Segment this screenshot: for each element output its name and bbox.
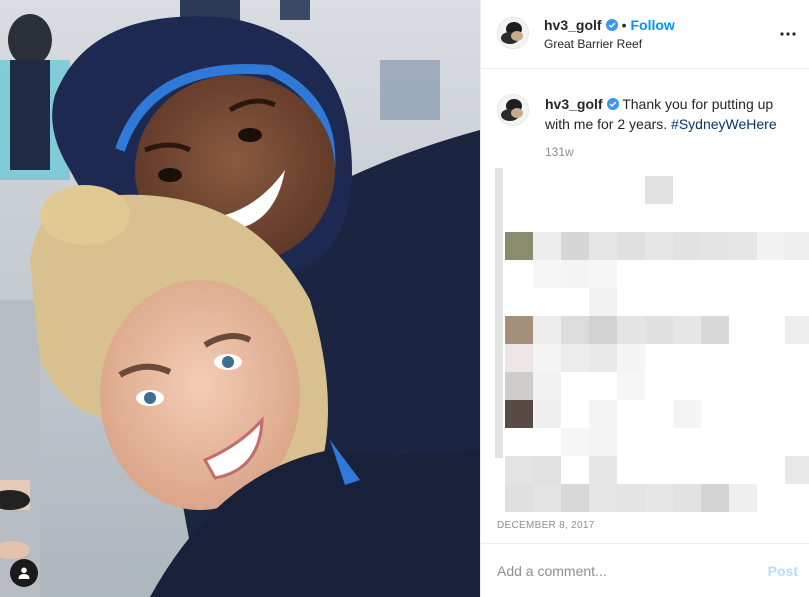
post-photo[interactable] [0,0,480,597]
avatar[interactable] [497,17,529,49]
hashtag-link[interactable]: #SydneyWeHere [671,116,777,132]
username-link[interactable]: hv3_golf [544,17,602,33]
comment-thread-line [495,168,503,458]
selfie-image [0,0,480,597]
comment-input[interactable] [497,560,737,582]
caption-text: hv3_golf Thank you for putting up with m… [545,94,795,134]
more-options-icon [780,32,796,36]
avatar-image [498,95,528,125]
location-link[interactable]: Great Barrier Reef [544,37,642,51]
verified-badge-icon [606,98,619,110]
verified-badge-icon [605,19,618,31]
user-tag-button[interactable] [10,559,38,587]
caption-avatar[interactable] [497,94,529,126]
caption-username[interactable]: hv3_golf [545,96,603,112]
more-options-button[interactable] [776,22,800,46]
post-header: hv3_golf • Follow Great Barrier Reef [481,0,809,69]
pixel-blocks [505,176,809,512]
comment-box: Post [481,543,809,597]
header-line: hv3_golf • Follow [544,17,675,35]
pixelated-comments [495,168,809,513]
post-details-panel: hv3_golf • Follow Great Barrier Reef hv3_g… [480,0,809,597]
time-ago: 131w [545,145,574,159]
separator-dot: • [621,17,627,33]
post-date: DECEMBER 8, 2017 [497,520,595,531]
user-tag-icon [18,567,30,579]
post-comment-button[interactable]: Post [768,563,798,579]
follow-button[interactable]: Follow [630,17,674,33]
avatar-image [498,18,528,48]
